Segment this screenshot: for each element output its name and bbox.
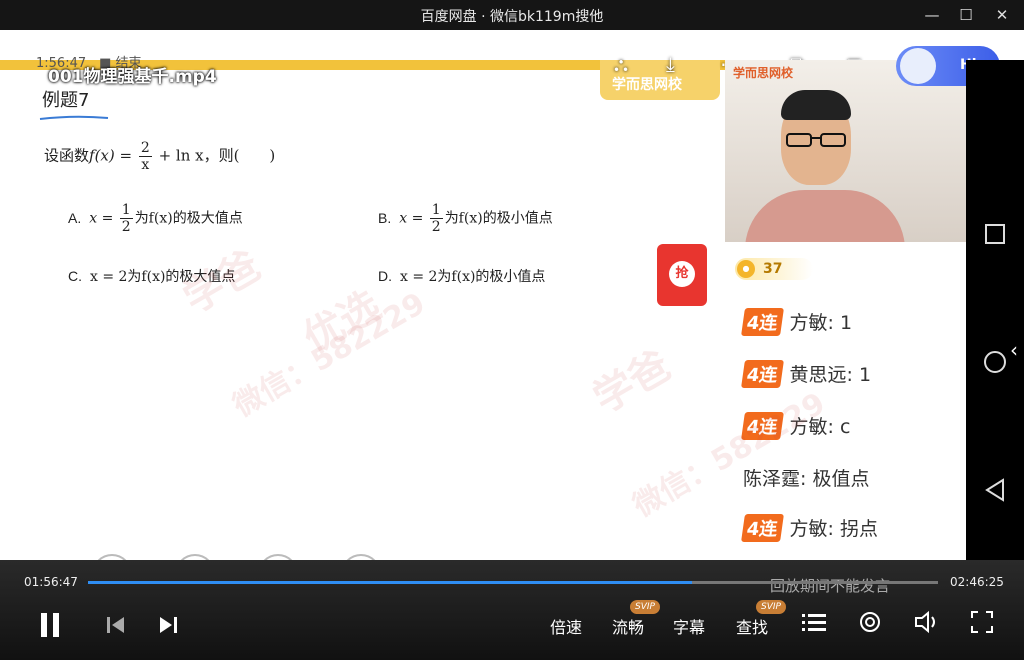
progress-bar[interactable] bbox=[88, 581, 938, 584]
download-icon[interactable]: ⤓ bbox=[666, 52, 675, 76]
search-button[interactable]: 查找 bbox=[736, 614, 768, 638]
option-c: C. x = 2为f(x)的极大值点 bbox=[68, 268, 236, 285]
option-a: A. x = 1 2 为f(x)的极大值点 bbox=[68, 202, 243, 235]
lecture-slide: 学而思网校 1:56:47 ■ 结束 001物理强基千.mp4 例题7 设函数f… bbox=[0, 30, 725, 590]
chat-panel: ● 37 4连 方敏: 1 4连 黄思远: 1 4连 方敏: c 陈泽霆: 极值点 4… bbox=[725, 242, 966, 590]
teacher-hair bbox=[781, 90, 851, 120]
next-icon[interactable] bbox=[158, 616, 178, 634]
coin-badge: ● 37 bbox=[735, 258, 813, 280]
home-icon[interactable] bbox=[983, 350, 1007, 374]
chat-message: 4连 黄思远: 1 bbox=[741, 360, 871, 388]
grab-label: 抢 bbox=[669, 261, 695, 287]
settings-icon[interactable] bbox=[858, 610, 882, 634]
option-d: D. x = 2为f(x)的极小值点 bbox=[378, 268, 546, 285]
minimize-button[interactable]: — bbox=[918, 4, 946, 26]
back-icon[interactable] bbox=[983, 478, 1007, 502]
coin-icon: ● bbox=[737, 260, 755, 278]
progress-fill bbox=[88, 581, 692, 584]
option-b: B. x = 1 2 为f(x)的极小值点 bbox=[378, 202, 553, 235]
question-text: 设函数f(x) = 2x + ln x，则( ) bbox=[44, 140, 276, 173]
video-filename: 001物理强基千.mp4 bbox=[48, 67, 217, 87]
assistant-avatar bbox=[900, 48, 936, 84]
chat-message: 陈泽霆: 极值点 bbox=[743, 468, 870, 490]
example-underline bbox=[39, 115, 109, 120]
pause-icon[interactable] bbox=[38, 612, 62, 638]
device-nav-bar bbox=[966, 60, 1024, 590]
previous-icon[interactable] bbox=[106, 616, 126, 634]
chat-message: 4连 方敏: 拐点 bbox=[741, 514, 878, 542]
quality-button[interactable]: 流畅 bbox=[612, 614, 644, 638]
red-envelope-button[interactable]: 抢 bbox=[657, 244, 707, 306]
svip-badge: SVIP bbox=[756, 600, 786, 614]
glasses-icon bbox=[786, 133, 846, 147]
close-button[interactable]: ✕ bbox=[988, 4, 1016, 26]
teacher-video: 学而思网校 bbox=[725, 60, 966, 242]
fullscreen-icon[interactable] bbox=[970, 610, 994, 634]
teacher-shirt bbox=[745, 190, 905, 242]
share-icon[interactable]: ⛬ bbox=[614, 52, 628, 76]
recent-apps-icon[interactable] bbox=[983, 222, 1007, 246]
expand-side-icon[interactable]: ‹ bbox=[1010, 338, 1018, 362]
total-time: 02:46:25 bbox=[950, 575, 1004, 589]
slide-brand-logo: 学而思网校 bbox=[612, 77, 682, 93]
chat-message: 4连 方敏: c bbox=[741, 412, 850, 440]
teacher-brand: 学而思网校 bbox=[733, 66, 794, 80]
playlist-icon[interactable] bbox=[802, 612, 826, 634]
volume-icon[interactable] bbox=[914, 610, 940, 634]
window-title: 百度网盘 · 微信bk119m搜他 bbox=[420, 9, 604, 25]
chat-disabled-notice: 回放期间不能发言 bbox=[770, 577, 891, 595]
subtitle-button[interactable]: 字幕 bbox=[673, 614, 705, 638]
svip-badge: SVIP bbox=[630, 600, 660, 614]
current-time: 01:56:47 bbox=[24, 575, 78, 589]
example-title: 例题7 bbox=[42, 90, 90, 111]
maximize-button[interactable]: ☐ bbox=[952, 4, 980, 26]
coin-count: 37 bbox=[763, 261, 783, 277]
title-bar: 百度网盘 · 微信bk119m搜他 — ☐ ✕ bbox=[0, 0, 1024, 30]
speed-button[interactable]: 倍速 bbox=[550, 614, 582, 638]
chat-message: 4连 方敏: 1 bbox=[741, 308, 852, 336]
